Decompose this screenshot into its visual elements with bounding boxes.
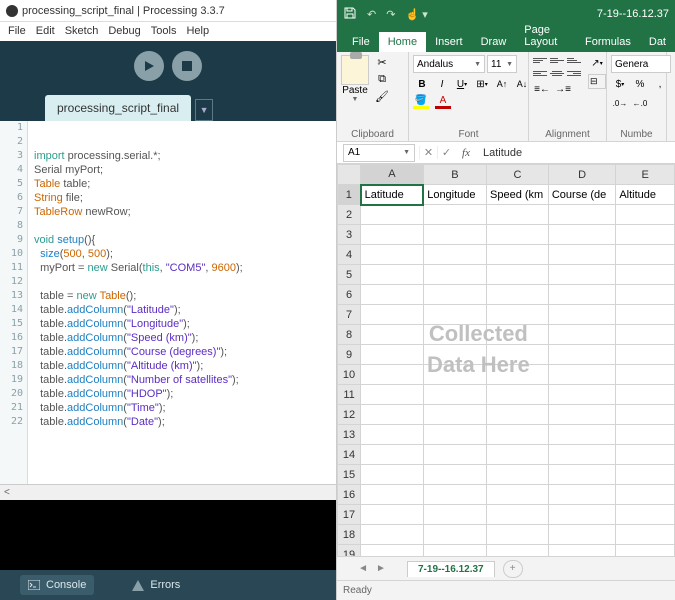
- chevron-down-icon: ▼: [474, 61, 481, 68]
- ribbon: Paste ▼ ✂ ⧉ 🖌 Clipboard Andalus▼ 11▼ B: [337, 52, 675, 142]
- enter-icon[interactable]: ✓: [437, 146, 455, 159]
- menu-tools[interactable]: Tools: [147, 24, 181, 39]
- bold-button[interactable]: B: [413, 76, 431, 92]
- add-sheet-button[interactable]: +: [503, 560, 523, 578]
- sheet-bar: ◄► 7-19--16.12.37 +: [337, 556, 675, 580]
- errors-tab[interactable]: Errors: [124, 575, 188, 595]
- comma-button[interactable]: ,: [651, 76, 669, 92]
- ribbon-tabs: File Home Insert Draw Page Layout Formul…: [337, 28, 675, 52]
- fill-color-button[interactable]: 🪣: [413, 95, 429, 109]
- tab-data[interactable]: Dat: [640, 32, 675, 52]
- clipboard-icon: [341, 55, 369, 85]
- merge-button[interactable]: ⊟: [588, 74, 606, 89]
- sheet-tab[interactable]: 7-19--16.12.37: [407, 561, 495, 577]
- menu-debug[interactable]: Debug: [104, 24, 144, 39]
- clipboard-group-label: Clipboard: [341, 128, 404, 140]
- tab-draw[interactable]: Draw: [472, 32, 516, 52]
- orientation-button[interactable]: ↗▾: [588, 55, 606, 71]
- status-text: Ready: [343, 585, 372, 596]
- sketch-tabs: processing_script_final ▼: [0, 91, 336, 121]
- processing-titlebar: processing_script_final | Processing 3.3…: [0, 0, 336, 22]
- menu-sketch[interactable]: Sketch: [61, 24, 103, 39]
- menu-help[interactable]: Help: [182, 24, 213, 39]
- paste-button[interactable]: Paste ▼: [341, 55, 369, 103]
- tab-home[interactable]: Home: [379, 32, 426, 52]
- menubar: File Edit Sketch Debug Tools Help: [0, 22, 336, 41]
- underline-button[interactable]: U▾: [453, 76, 471, 92]
- number-format-select[interactable]: Genera: [611, 55, 671, 73]
- errors-label: Errors: [150, 579, 180, 591]
- status-bar: Ready: [337, 580, 675, 600]
- format-painter-icon[interactable]: 🖌: [374, 89, 390, 103]
- console-output: [0, 500, 336, 570]
- cut-icon[interactable]: ✂: [374, 55, 390, 69]
- sketch-tab[interactable]: processing_script_final: [45, 95, 191, 121]
- decrease-decimal-button[interactable]: ←.0: [631, 95, 649, 111]
- align-bottom-button[interactable]: [567, 55, 581, 65]
- italic-button[interactable]: I: [433, 76, 451, 92]
- menu-edit[interactable]: Edit: [32, 24, 59, 39]
- window-title: processing_script_final | Processing 3.3…: [22, 5, 225, 17]
- stop-icon: [182, 61, 192, 71]
- tab-file[interactable]: File: [343, 32, 379, 52]
- touch-icon[interactable]: ☝ ▾: [405, 8, 427, 21]
- run-button[interactable]: [134, 51, 164, 81]
- code-text[interactable]: import processing.serial.*;Serial myPort…: [28, 121, 336, 484]
- toolbar: [0, 41, 336, 91]
- redo-icon[interactable]: ↷: [386, 8, 395, 21]
- paste-label: Paste: [342, 85, 368, 96]
- scroll-left-button[interactable]: <: [0, 484, 336, 500]
- worksheet-grid[interactable]: ABCDE1LatitudeLongitudeSpeed (kmCourse (…: [337, 164, 675, 556]
- align-left-button[interactable]: [533, 68, 547, 78]
- fx-icon[interactable]: fx: [455, 147, 477, 159]
- console-label: Console: [46, 579, 86, 591]
- border-button[interactable]: ⊞▾: [473, 76, 491, 92]
- document-title: 7-19--16.12.37: [597, 8, 669, 20]
- align-top-button[interactable]: [533, 55, 547, 65]
- currency-button[interactable]: $▾: [611, 76, 629, 92]
- align-middle-button[interactable]: [550, 55, 564, 65]
- sheet-nav[interactable]: ◄►: [337, 563, 407, 574]
- stop-button[interactable]: [172, 51, 202, 81]
- align-center-button[interactable]: [550, 68, 564, 78]
- percent-button[interactable]: %: [631, 76, 649, 92]
- chevron-down-icon: ▼: [352, 96, 359, 103]
- font-color-button[interactable]: A: [435, 95, 451, 109]
- tab-menu-button[interactable]: ▼: [195, 99, 213, 121]
- app-icon: [6, 5, 18, 17]
- align-right-button[interactable]: [567, 68, 581, 78]
- decrease-indent-button[interactable]: ≡←: [533, 81, 551, 97]
- undo-icon[interactable]: ↶: [367, 8, 376, 21]
- tab-insert[interactable]: Insert: [426, 32, 472, 52]
- formula-input[interactable]: Latitude: [477, 147, 675, 159]
- increase-decimal-button[interactable]: .0→: [611, 95, 629, 111]
- name-box[interactable]: A1▼: [343, 144, 415, 162]
- chevron-down-icon: ▼: [506, 61, 513, 68]
- number-group-label: Numbe: [611, 128, 662, 140]
- bottom-bar: Console Errors: [0, 570, 336, 600]
- save-icon[interactable]: [343, 6, 357, 23]
- play-icon: [143, 60, 155, 72]
- font-group-label: Font: [413, 128, 524, 140]
- console-tab[interactable]: Console: [20, 575, 94, 595]
- font-name-select[interactable]: Andalus▼: [413, 55, 485, 73]
- code-editor[interactable]: 12345678910111213141516171819202122 impo…: [0, 121, 336, 484]
- bucket-icon: 🪣: [415, 95, 427, 106]
- increase-indent-button[interactable]: →≡: [554, 81, 572, 97]
- alignment-group-label: Alignment: [533, 128, 602, 140]
- increase-font-button[interactable]: A↑: [493, 76, 511, 92]
- tab-page-layout[interactable]: Page Layout: [515, 20, 576, 52]
- copy-icon[interactable]: ⧉: [374, 72, 390, 86]
- console-icon: [28, 580, 40, 590]
- tab-formulas[interactable]: Formulas: [576, 32, 640, 52]
- excel-titlebar: ↶ ↷ ☝ ▾ 7-19--16.12.37: [337, 0, 675, 28]
- font-size-select[interactable]: 11▼: [487, 55, 517, 73]
- menu-file[interactable]: File: [4, 24, 30, 39]
- formula-bar: A1▼ ✕ ✓ fx Latitude: [337, 142, 675, 164]
- line-gutter: 12345678910111213141516171819202122: [0, 121, 28, 484]
- cancel-icon[interactable]: ✕: [419, 146, 437, 159]
- warning-icon: [132, 580, 144, 591]
